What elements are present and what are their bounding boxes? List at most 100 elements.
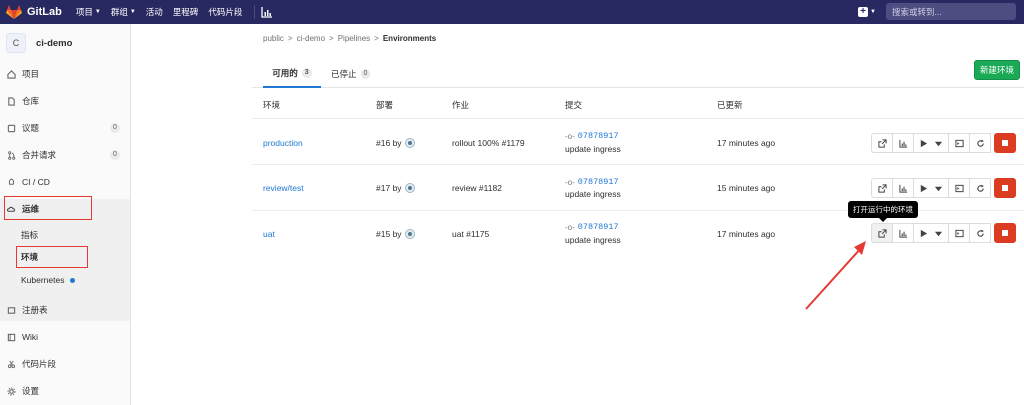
chevron-down-icon	[934, 141, 943, 146]
chart-icon	[898, 184, 907, 193]
commit-icon: -o-	[565, 131, 575, 141]
container-icon	[6, 305, 16, 315]
environment-link-review-test[interactable]: review/test	[263, 183, 304, 193]
environment-link-production[interactable]: production	[263, 138, 303, 148]
sidebar-item-snippets[interactable]: 代码片段	[0, 353, 130, 375]
open-environment-tooltip: 打开运行中的环境	[848, 201, 918, 222]
row-divider	[252, 118, 1024, 119]
stop-environment-button[interactable]	[994, 223, 1016, 243]
sidebar-project-header[interactable]: C ci-demo	[0, 24, 130, 62]
deployment-id-link[interactable]: #15	[376, 229, 390, 239]
chevron-down-icon: ▼	[129, 9, 136, 15]
column-header-job: 作业	[452, 100, 470, 110]
commit-sha-link[interactable]: 07878917	[578, 177, 619, 187]
retry-icon	[976, 229, 984, 237]
chevron-down-icon	[934, 186, 943, 191]
breadcrumb-public[interactable]: public	[263, 34, 284, 43]
search-box[interactable]	[886, 3, 1016, 20]
commit-cell: -o- 07878917	[565, 131, 619, 141]
merge-requests-count-badge: 0	[110, 150, 120, 160]
gitlab-fox-icon	[6, 5, 22, 19]
commit-message-link[interactable]: update ingress	[565, 144, 621, 154]
sidebar-item-merge-requests[interactable]: 合并请求 0	[0, 144, 130, 166]
commit-cell: -o- 07878917	[565, 177, 619, 187]
terminal-icon	[954, 139, 964, 147]
monitoring-button[interactable]	[892, 178, 914, 198]
search-input[interactable]	[892, 6, 1010, 17]
deploy-manual-dropdown[interactable]	[913, 178, 949, 198]
rocket-icon	[6, 177, 16, 187]
redeploy-button[interactable]	[969, 178, 991, 198]
sidebar-item-project[interactable]: 项目	[0, 63, 130, 85]
tab-stopped[interactable]: 已停止 0	[331, 60, 371, 88]
open-environment-button[interactable]	[871, 178, 893, 198]
deployment-id-link[interactable]: #17	[376, 183, 390, 193]
sidebar-item-wiki[interactable]: Wiki	[0, 326, 130, 348]
chart-icon	[898, 229, 907, 238]
stop-environment-button[interactable]	[994, 133, 1016, 153]
breadcrumb-separator: >	[329, 34, 334, 43]
commit-message-link[interactable]: update ingress	[565, 235, 621, 245]
commit-sha-link[interactable]: 07878917	[578, 222, 619, 232]
nav-activity[interactable]: 活动	[146, 6, 163, 18]
column-header-environment: 环境	[263, 100, 281, 110]
environment-link-uat[interactable]: uat	[263, 229, 275, 239]
issues-count-badge: 0	[110, 123, 120, 133]
terminal-button[interactable]	[948, 178, 970, 198]
sidebar-item-settings[interactable]: 设置	[0, 380, 130, 402]
breadcrumb-current: Environments	[382, 34, 437, 43]
sidebar-item-issues[interactable]: 议题 0	[0, 117, 130, 139]
user-avatar[interactable]	[404, 183, 415, 193]
sidebar-subitem-metrics[interactable]: 指标	[0, 224, 130, 246]
tab-available[interactable]: 可用的 3	[263, 60, 321, 88]
row-actions	[871, 223, 1016, 243]
chart-icon[interactable]	[261, 6, 273, 18]
sidebar-subitem-kubernetes[interactable]: Kubernetes	[0, 269, 130, 291]
nav-projects[interactable]: 项目 ▼	[76, 6, 101, 18]
deploy-manual-dropdown[interactable]	[913, 223, 949, 243]
tab-count-badge: 3	[301, 68, 312, 78]
column-header-commit: 提交	[565, 100, 583, 110]
terminal-button[interactable]	[948, 133, 970, 153]
sidebar-item-repository[interactable]: 仓库	[0, 90, 130, 112]
breadcrumb: public > ci-demo > Pipelines > Environme…	[263, 34, 440, 43]
redeploy-button[interactable]	[969, 133, 991, 153]
open-environment-button[interactable]	[871, 133, 893, 153]
table-row: production	[263, 138, 303, 148]
retry-icon	[976, 139, 984, 147]
gitlab-logo[interactable]: GitLab	[6, 4, 76, 20]
merge-request-icon	[6, 150, 16, 160]
deploy-manual-dropdown[interactable]	[913, 133, 949, 153]
tab-count-badge: 0	[360, 69, 371, 79]
user-avatar[interactable]	[404, 229, 415, 239]
breadcrumb-pipelines[interactable]: Pipelines	[338, 34, 370, 43]
new-item-dropdown[interactable]: + ▼	[858, 6, 876, 17]
commit-message-link[interactable]: update ingress	[565, 189, 621, 199]
table-row: uat	[263, 229, 275, 239]
redeploy-button[interactable]	[969, 223, 991, 243]
job-link[interactable]: rollout 100% #1179	[452, 138, 525, 148]
new-environment-button[interactable]: 新建环境	[974, 60, 1020, 80]
terminal-button[interactable]	[948, 223, 970, 243]
row-divider	[252, 164, 1024, 165]
nav-snippets[interactable]: 代码片段	[208, 6, 242, 18]
user-avatar[interactable]	[404, 138, 415, 148]
gear-icon	[6, 386, 16, 396]
commit-sha-link[interactable]: 07878917	[578, 131, 619, 141]
monitoring-button[interactable]	[892, 133, 914, 153]
commit-icon: -o-	[565, 222, 575, 232]
sidebar-item-registry[interactable]: 注册表	[0, 299, 130, 321]
deployment-id-link[interactable]: #16	[376, 138, 390, 148]
external-link-icon	[877, 183, 887, 193]
stop-environment-button[interactable]	[994, 178, 1016, 198]
book-icon	[6, 332, 16, 342]
monitoring-button[interactable]	[892, 223, 914, 243]
job-link[interactable]: uat #1175	[452, 229, 489, 239]
chevron-down-icon: ▼	[870, 8, 876, 15]
breadcrumb-ci-demo[interactable]: ci-demo	[297, 34, 325, 43]
job-link[interactable]: review #1182	[452, 183, 502, 193]
nav-milestones[interactable]: 里程碑	[173, 6, 199, 18]
sidebar-item-ci-cd[interactable]: CI / CD	[0, 171, 130, 193]
top-navbar: GitLab 项目 ▼ 群组 ▼ 活动 里程碑 代码片段 + ▼	[0, 0, 1024, 24]
nav-groups[interactable]: 群组 ▼	[111, 6, 136, 18]
